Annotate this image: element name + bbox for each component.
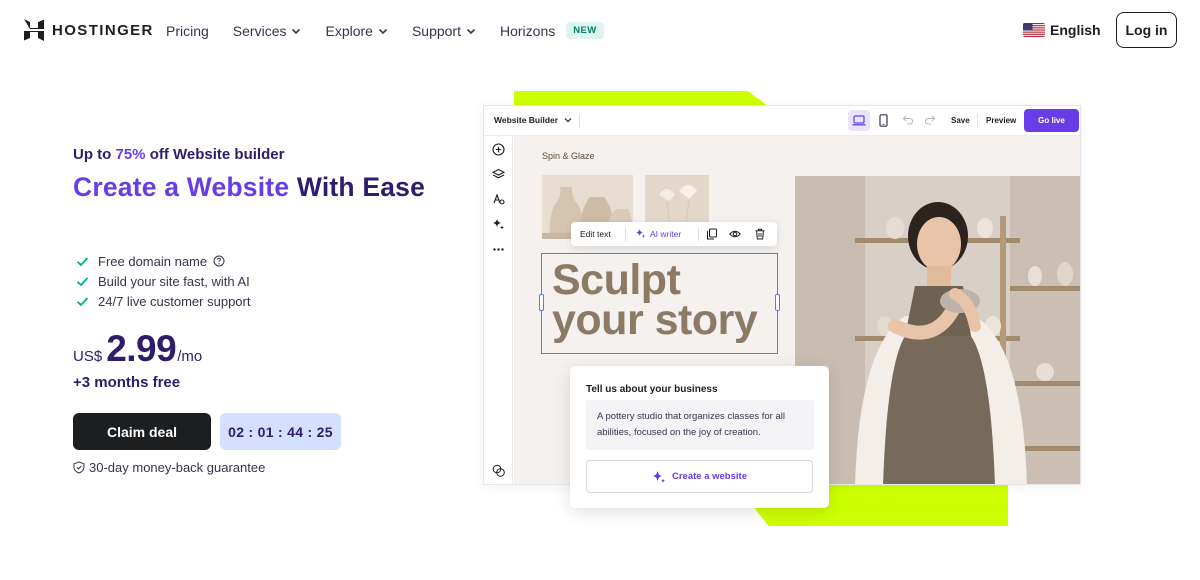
hero-title-rest: With Ease — [289, 172, 426, 202]
feature-label: 24/7 live customer support — [98, 293, 251, 309]
chevron-down-icon — [378, 28, 388, 34]
potter-illustration — [795, 176, 1080, 484]
feature-list: Free domain name Build your site fast, w… — [76, 251, 250, 311]
feature-item: Build your site fast, with AI — [76, 271, 250, 291]
brand-name: HOSTINGER — [52, 21, 154, 39]
resize-handle-left[interactable] — [539, 294, 544, 311]
language-selector[interactable]: English — [1023, 22, 1101, 38]
builder-sidebar — [484, 136, 513, 484]
main-nav: Pricing Services Explore Support Horizon… — [166, 22, 628, 39]
check-icon — [76, 276, 89, 286]
headline-line-2: your story — [552, 296, 758, 344]
countdown-timer: 02 : 01 : 44 : 25 — [220, 413, 341, 450]
chevron-down-icon — [466, 28, 476, 34]
promo-suffix: off Website builder — [145, 146, 285, 163]
money-back-guarantee: 30-day money-back guarantee — [73, 460, 265, 475]
price-currency: US$ — [73, 348, 103, 365]
feature-label: Build your site fast, with AI — [98, 273, 250, 289]
ai-writer-button[interactable]: AI writer — [635, 228, 681, 239]
desktop-view-button[interactable] — [848, 110, 870, 131]
divider — [977, 114, 978, 128]
create-website-label: Create a website — [672, 471, 747, 482]
nav-services-label: Services — [232, 22, 287, 39]
chevron-down-icon — [564, 118, 572, 123]
ai-sparkle-icon — [636, 229, 645, 238]
go-live-button[interactable]: Go live — [1024, 109, 1079, 132]
nav-support[interactable]: Support — [412, 23, 476, 39]
potter-photo[interactable] — [795, 176, 1080, 484]
hostinger-logo[interactable]: HOSTINGER — [24, 19, 154, 41]
ai-sparkle-icon — [653, 470, 665, 483]
nav-explore-label: Explore — [325, 22, 373, 39]
ai-sparkle-icon[interactable] — [492, 218, 505, 231]
save-button[interactable]: Save — [951, 116, 970, 125]
layers-icon[interactable] — [492, 168, 505, 181]
trash-icon[interactable] — [754, 228, 766, 240]
headline-line-1: Sculpt — [552, 256, 681, 304]
price: US$ 2.99 /mo — [73, 328, 202, 370]
nav-pricing[interactable]: Pricing — [166, 23, 209, 39]
divider — [698, 227, 699, 241]
resize-handle-right[interactable] — [775, 294, 780, 311]
shield-check-icon — [73, 461, 85, 474]
laptop-icon — [852, 115, 866, 126]
hero-title: Create a Website With Ease — [73, 172, 433, 203]
nav-pricing-label: Pricing — [166, 22, 209, 39]
hostinger-logo-icon — [24, 19, 44, 41]
site-brand-label[interactable]: Spin & Glaze — [542, 151, 595, 161]
bonus-text: +3 months free — [73, 374, 181, 391]
builder-toolbar: Website Builder Save Preview Go live — [484, 106, 1080, 136]
nav-services[interactable]: Services — [233, 23, 302, 39]
mobile-icon — [878, 114, 888, 127]
top-header: HOSTINGER Pricing Services Explore Suppo… — [0, 0, 1200, 62]
nav-explore[interactable]: Explore — [325, 22, 388, 39]
lime-accent-shape — [514, 91, 768, 106]
nav-horizons[interactable]: Horizons NEW — [500, 22, 604, 39]
headline-selection-box[interactable]: Sculpt your story — [539, 253, 780, 354]
login-button[interactable]: Log in — [1116, 12, 1177, 48]
edit-text-button[interactable]: Edit text — [580, 229, 611, 239]
business-description-input[interactable]: A pottery studio that organizes classes … — [586, 400, 814, 450]
language-label: English — [1050, 22, 1101, 38]
nav-horizons-label: Horizons — [500, 22, 556, 39]
headline-text[interactable]: Sculpt your story — [552, 256, 758, 344]
us-flag-icon — [1023, 23, 1045, 37]
builder-select-label: Website Builder — [494, 115, 559, 125]
feature-label: Free domain name — [98, 253, 208, 269]
feature-item: Free domain name — [76, 251, 250, 271]
undo-icon[interactable] — [902, 114, 914, 126]
guarantee-label: 30-day money-back guarantee — [89, 460, 266, 475]
check-icon — [76, 296, 89, 306]
promo-percent: 75% — [115, 146, 146, 163]
mobile-view-button[interactable] — [874, 110, 892, 131]
nav-support-label: Support — [411, 22, 461, 39]
redo-icon[interactable] — [924, 114, 936, 126]
assistant-icon[interactable] — [492, 464, 505, 477]
text-edit-toolbar: Edit text AI writer — [571, 222, 777, 246]
builder-select[interactable]: Website Builder — [494, 115, 572, 125]
claim-deal-button[interactable]: Claim deal — [73, 413, 211, 450]
feature-item: 24/7 live customer support — [76, 291, 250, 311]
new-badge: NEW — [566, 22, 604, 39]
duplicate-icon[interactable] — [706, 228, 718, 240]
divider — [625, 227, 626, 241]
promo-prefix: Up to — [73, 146, 116, 163]
business-prompt-card: Tell us about your business A pottery st… — [570, 366, 829, 508]
hero-title-accent: Create a Website — [73, 172, 290, 202]
check-icon — [76, 256, 89, 266]
add-circle-icon[interactable] — [492, 143, 505, 156]
chevron-down-icon — [292, 28, 301, 34]
price-amount: 2.99 — [106, 328, 177, 369]
promo-text: Up to 75% off Website builder — [73, 146, 284, 163]
more-horizontal-icon[interactable] — [492, 243, 505, 256]
styles-icon[interactable] — [492, 193, 505, 206]
preview-button[interactable]: Preview — [986, 116, 1016, 125]
eye-icon[interactable] — [729, 228, 741, 240]
help-circle-icon[interactable] — [213, 255, 225, 267]
price-period: /mo — [177, 348, 203, 365]
ai-writer-label: AI writer — [650, 228, 682, 239]
business-card-title: Tell us about your business — [586, 384, 718, 395]
divider — [579, 114, 580, 128]
create-website-button[interactable]: Create a website — [586, 460, 813, 493]
